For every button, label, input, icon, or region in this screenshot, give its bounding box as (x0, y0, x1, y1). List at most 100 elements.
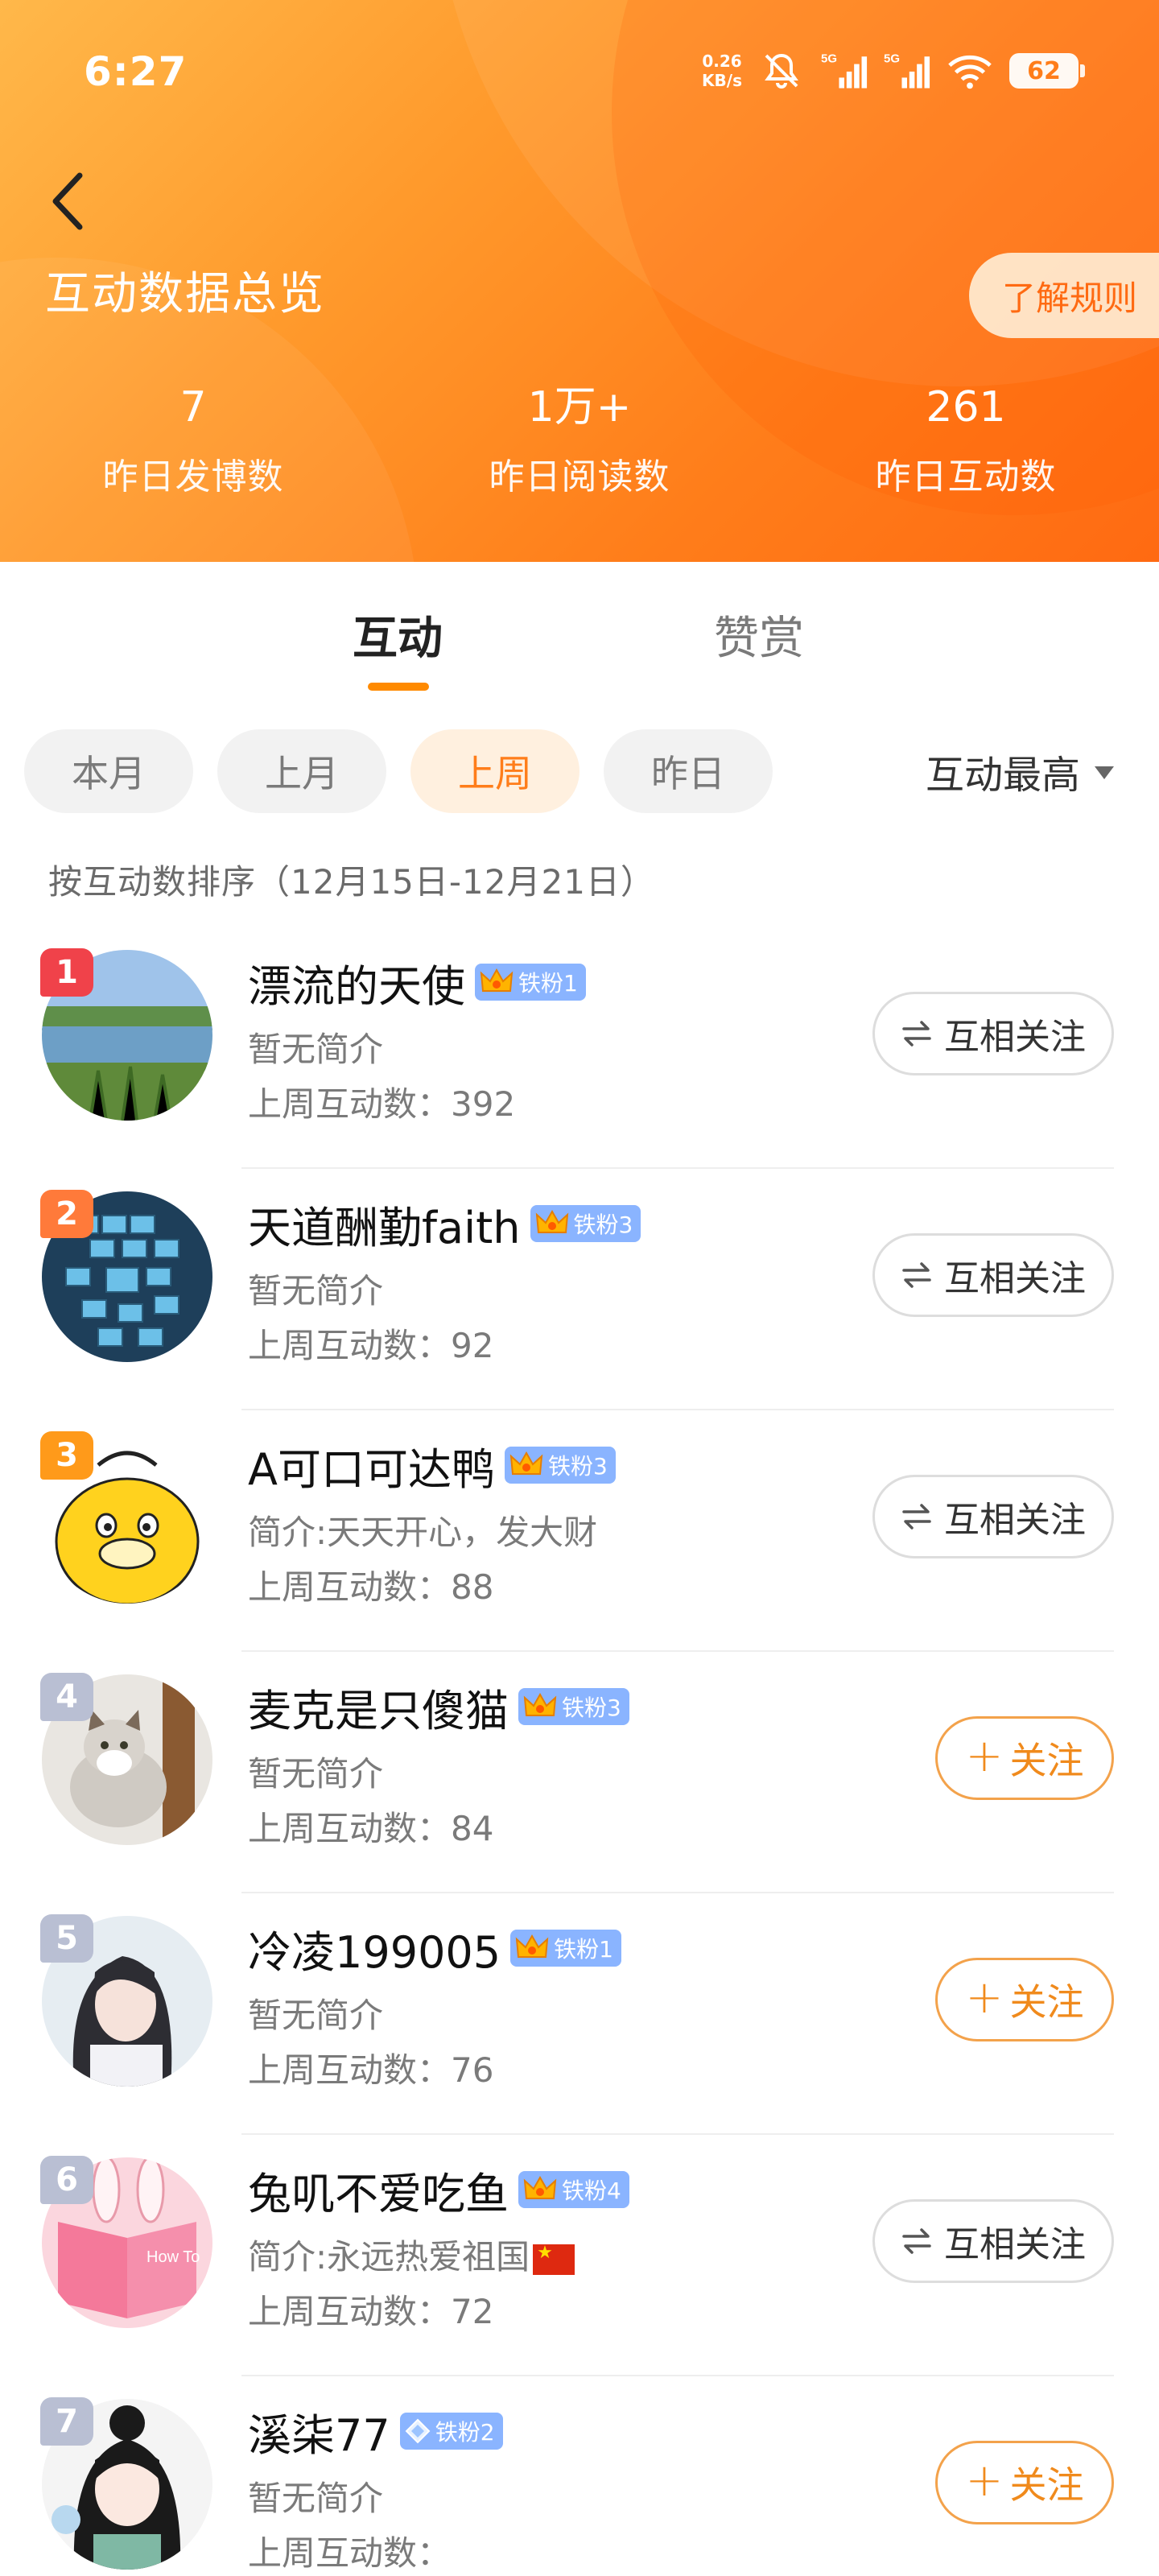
user-bio: 暂无简介 (248, 1271, 384, 1311)
user-name[interactable]: 兔叽不爱吃鱼 (248, 2158, 509, 2222)
rank-badge: 4 (40, 1673, 93, 1721)
follow-label: 关注 (1009, 1980, 1084, 2024)
plus-icon: + (965, 1730, 1004, 1782)
fan-level-text: 铁粉1 (518, 970, 578, 997)
crown-icon (523, 1692, 557, 1716)
china-flag-icon (533, 2244, 575, 2275)
rank-badge: 1 (40, 948, 93, 997)
fan-level-text: 铁粉2 (435, 2419, 495, 2446)
user-name-line: 冷凌199005 铁粉1 (248, 1916, 621, 1980)
user-bio: 暂无简介 (248, 1030, 384, 1069)
stat-value: 7 (179, 383, 207, 431)
crown-icon (535, 1209, 568, 1233)
user-bio: 简介:天天开心，发大财 (248, 1513, 598, 1552)
mutual-follow-button[interactable]: 互相关注 (872, 2199, 1114, 2283)
svg-text:5G: 5G (821, 52, 837, 66)
user-bio: 暂无简介 (248, 2479, 384, 2518)
swap-arrows-icon (902, 1021, 931, 1046)
list-item[interactable]: How To 6 兔叽不爱吃鱼 铁粉4 简介:永远热爱祖国 上周互动数：72 互… (0, 2135, 1159, 2376)
sort-dropdown[interactable]: 互动最高 (926, 729, 1114, 813)
filter-bar: 本月 上月 上周 昨日 互动最高 (0, 729, 1159, 816)
user-name-line: A可口可达鸭 铁粉3 (248, 1433, 616, 1497)
rank-badge: 5 (40, 1914, 93, 1963)
interaction-count: 上周互动数：92 (248, 1326, 494, 1365)
follow-button[interactable]: + 关注 (935, 2441, 1114, 2524)
signal-5g-icon: 5G (884, 47, 930, 94)
stat-label: 昨日发博数 (102, 456, 284, 497)
swap-arrows-icon (902, 2228, 931, 2254)
sort-label: 互动最高 (925, 753, 1080, 798)
fan-level-badge: 铁粉1 (510, 1930, 621, 1967)
tab-bar: 互动 赞赏 (0, 562, 1159, 707)
fan-level-text: 铁粉4 (562, 2178, 621, 2204)
mutual-follow-button[interactable]: 互相关注 (872, 1475, 1114, 1558)
user-name-line: 漂流的天使 铁粉1 (248, 950, 586, 1014)
user-name-line: 兔叽不爱吃鱼 铁粉4 (248, 2157, 629, 2222)
svg-text:5G: 5G (884, 52, 900, 66)
battery-icon: 62 (1009, 53, 1085, 89)
filter-chip-yesterday[interactable]: 昨日 (604, 729, 773, 813)
user-bio-text: 简介:永远热爱祖国 (248, 2237, 530, 2277)
network-speed-unit: KB/s (702, 71, 742, 90)
tab-interaction[interactable]: 互动 (353, 602, 443, 667)
swap-arrows-icon (902, 1262, 931, 1288)
follow-button[interactable]: + 关注 (935, 1958, 1114, 2041)
list-item[interactable]: 3 A可口可达鸭 铁粉3 简介:天天开心，发大财 上周互动数：88 互相关注 (0, 1410, 1159, 1652)
user-name[interactable]: A可口可达鸭 (248, 1434, 495, 1497)
user-bio: 暂无简介 (248, 1754, 384, 1794)
fan-level-text: 铁粉3 (562, 1695, 621, 1721)
user-name[interactable]: 天道酬勤faith (248, 1192, 521, 1256)
list-item[interactable]: 4 麦克是只傻猫 铁粉3 暂无简介 上周互动数：84 + 关注 (0, 1652, 1159, 1893)
status-icons: 0.26 KB/s 5G 5G 62 (702, 45, 1085, 97)
fan-level-text: 铁粉1 (554, 1936, 613, 1963)
svg-text:How To: How To (146, 2248, 200, 2266)
fan-level-text: 铁粉3 (573, 1212, 633, 1238)
stats-overview: 7 昨日发博数 1万+ 昨日阅读数 261 昨日互动数 (0, 378, 1159, 499)
list-item[interactable]: 7 溪柒77 铁粉2 暂无简介 上周互动数： + 关注 (0, 2376, 1159, 2576)
rules-button[interactable]: 了解规则 (969, 253, 1159, 338)
stat-label: 昨日阅读数 (489, 456, 670, 497)
mute-icon (758, 47, 805, 94)
follow-label: 关注 (1009, 2463, 1084, 2507)
fan-level-badge: 铁粉4 (518, 2171, 629, 2208)
mutual-follow-label: 互相关注 (944, 1258, 1086, 1299)
interaction-count: 上周互动数：76 (248, 2050, 494, 2090)
filter-chip-last-month[interactable]: 上月 (217, 729, 386, 813)
swap-arrows-icon (902, 1504, 931, 1530)
follow-button[interactable]: + 关注 (935, 1716, 1114, 1800)
fan-level-badge: 铁粉1 (475, 964, 586, 1001)
mutual-follow-button[interactable]: 互相关注 (872, 1233, 1114, 1317)
user-name[interactable]: 麦克是只傻猫 (248, 1675, 509, 1739)
mutual-follow-label: 互相关注 (944, 2224, 1086, 2265)
list-item[interactable]: 2 天道酬勤faith 铁粉3 暂无简介 上周互动数：92 互相关注 (0, 1169, 1159, 1410)
network-speed-value: 0.26 (702, 52, 742, 71)
user-name[interactable]: 漂流的天使 (248, 951, 465, 1014)
plus-icon: + (965, 1971, 1004, 2024)
crown-icon (523, 2175, 557, 2199)
user-name[interactable]: 溪柒77 (248, 2400, 390, 2463)
filter-chip-last-week[interactable]: 上周 (410, 729, 580, 813)
fan-list: 1 漂流的天使 铁粉1 暂无简介 上周互动数：392 互相关注 2 天道酬勤fa… (0, 927, 1159, 2576)
tab-reward[interactable]: 赞赏 (714, 602, 804, 667)
mutual-follow-label: 互相关注 (944, 1500, 1086, 1541)
rank-badge: 3 (40, 1431, 93, 1480)
list-item[interactable]: 5 冷凌199005 铁粉1 暂无简介 上周互动数：76 + 关注 (0, 1893, 1159, 2135)
interaction-count: 上周互动数：88 (248, 1567, 494, 1607)
mutual-follow-button[interactable]: 互相关注 (872, 992, 1114, 1075)
list-item[interactable]: 1 漂流的天使 铁粉1 暂无简介 上周互动数：392 互相关注 (0, 927, 1159, 1169)
fan-level-text: 铁粉3 (547, 1453, 608, 1480)
user-name-line: 麦克是只傻猫 铁粉3 (248, 1674, 629, 1739)
chevron-left-icon (52, 172, 83, 230)
stat-posts: 7 昨日发博数 (0, 378, 386, 499)
user-name[interactable]: 冷凌199005 (248, 1917, 501, 1980)
plus-icon: + (965, 2454, 1004, 2507)
user-name-line: 溪柒77 铁粉2 (248, 2399, 503, 2463)
stat-value: 1万+ (527, 383, 632, 431)
back-button[interactable] (35, 169, 100, 233)
network-speed: 0.26 KB/s (702, 52, 742, 90)
header: 6:27 0.26 KB/s 5G 5G 62 互动数据总览 了解规则 7 昨日… (0, 0, 1159, 562)
diamond-icon (405, 2418, 431, 2444)
filter-chip-this-month[interactable]: 本月 (24, 729, 193, 813)
stat-interactions: 261 昨日互动数 (773, 378, 1159, 499)
user-bio: 暂无简介 (248, 1996, 384, 2035)
